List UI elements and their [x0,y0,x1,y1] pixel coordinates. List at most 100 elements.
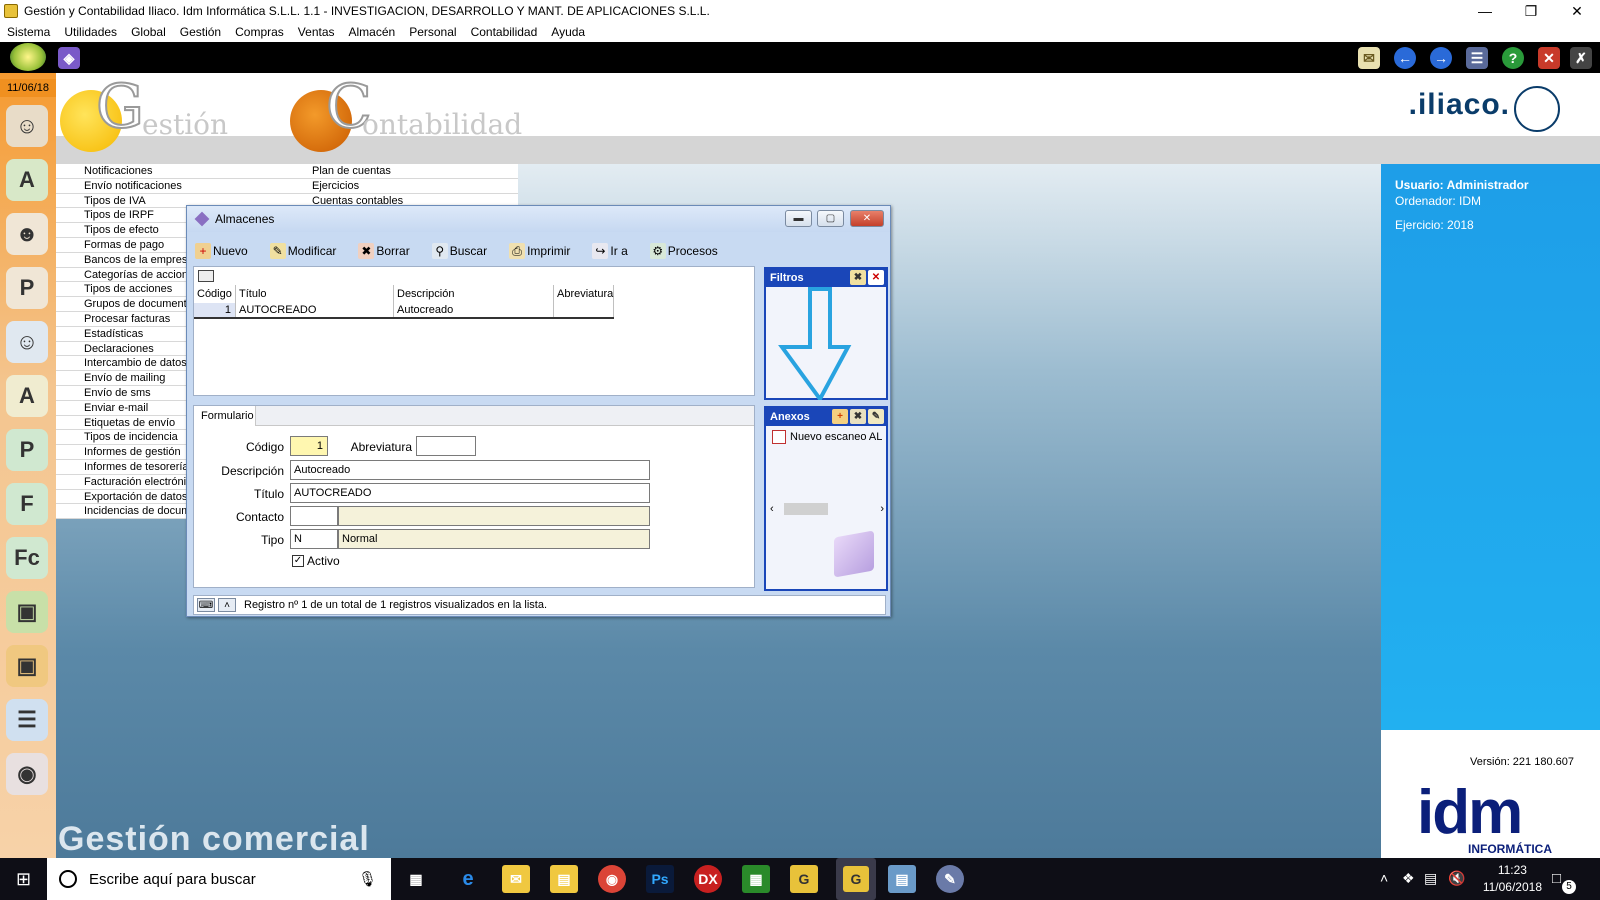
dialog-maximize-button[interactable]: ▢ [817,210,844,227]
client-icon[interactable]: ☻ [6,213,48,255]
grid-settings-icon[interactable] [198,270,214,282]
chrome-icon[interactable]: ◉ [598,865,626,893]
modificar-button[interactable]: ✎ Modificar [269,243,336,259]
contacto-field[interactable] [290,506,338,526]
descripcion-field[interactable]: Autocreado [290,460,650,480]
titulo-field[interactable]: AUTOCREADO [290,483,650,503]
menu-gestion[interactable]: Gestión [180,25,221,39]
window-list-icon[interactable]: ☰ [1466,47,1488,69]
invoices-icon[interactable]: F [6,483,48,525]
menu-contabilidad[interactable]: Contabilidad [471,25,538,39]
borrar-button[interactable]: ✖ Borrar [358,243,410,259]
fiscal-year-label: Ejercicio: 2018 [1395,218,1474,232]
tray-chevron-icon[interactable]: ˄ [1380,870,1388,886]
menu-almacen[interactable]: Almacén [349,25,396,39]
collapse-up-icon[interactable]: ˄ [218,598,236,612]
list-item[interactable]: Envío notificaciones [56,179,286,194]
imprimir-button[interactable]: ⎙ Imprimir [509,243,570,259]
dialog-minimize-button[interactable]: ▬ [785,210,812,227]
gestion-app-active-icon[interactable]: G [836,858,876,900]
scroll-right-icon[interactable]: › [880,503,884,515]
bag-orange-icon[interactable]: ▣ [6,645,48,687]
help-icon[interactable]: ? [1502,47,1524,69]
column-descripcion[interactable]: Descripción [394,285,554,303]
attachments-scrollbar[interactable]: ‹ › [770,502,884,516]
dropbox-icon[interactable]: ❖ [1402,870,1415,887]
remote-desktop-icon[interactable]: ▤ [888,865,916,893]
abreviatura-field[interactable] [416,436,476,456]
photoshop-icon[interactable]: Ps [646,865,674,893]
menu-ayuda[interactable]: Ayuda [551,25,585,39]
dialog-close-button[interactable]: ✕ [850,210,884,227]
volume-icon[interactable]: 🔇 [1448,870,1465,887]
attachment-item[interactable]: Nuevo escaneo AL [772,430,882,444]
home-orb-icon[interactable] [10,43,46,71]
menu-sistema[interactable]: Sistema [7,25,50,39]
microphone-icon[interactable]: 🎙 [358,870,377,888]
ir-a-button[interactable]: ↪ Ir a [592,243,628,259]
agents-icon[interactable]: A [6,375,48,417]
table-row[interactable]: 1 AUTOCREADO Autocreado [194,303,614,319]
activo-checkbox[interactable]: ✓ Activo [292,554,340,568]
list-item[interactable]: Notificaciones [56,164,286,179]
windows-start-icon[interactable]: ⊞ [0,858,47,900]
tab-formulario[interactable]: Formulario [194,406,256,426]
invoice-client-icon[interactable]: Fc [6,537,48,579]
paint-icon[interactable]: ✎ [936,865,964,893]
close-button[interactable]: ✕ [1554,0,1600,22]
mail-icon[interactable]: ✉ [1358,47,1380,69]
network-icon[interactable]: ▤ [1424,870,1437,887]
taskbar-search[interactable]: Escribe aquí para buscar 🎙 [47,858,391,900]
user-info-panel: Usuario: Administrador Ordenador: IDM Ej… [1381,164,1600,858]
exit-icon[interactable]: ✗ [1570,47,1592,69]
scan-attachment-icon[interactable]: ✎ [868,409,884,424]
notifications-icon[interactable]: □ [1552,870,1561,887]
bag-green-icon[interactable]: ▣ [6,591,48,633]
procesos-button[interactable]: ⚙ Procesos [649,243,718,259]
menu-utilidades[interactable]: Utilidades [64,25,117,39]
scroll-left-icon[interactable]: ‹ [770,503,774,515]
pdf-file-icon [772,430,786,444]
remove-attachment-icon[interactable]: ✖ [850,409,866,424]
provider-icon[interactable]: P [6,267,48,309]
task-view-icon[interactable]: ▦ [402,865,430,893]
forward-arrow-icon[interactable]: → [1430,47,1452,69]
list-item[interactable]: Plan de cuentas [286,164,518,179]
users-icon[interactable]: ☺ [6,105,48,147]
iliaco-app-icon[interactable]: G [790,865,818,893]
taskbar-clock[interactable]: 11:23 11/06/2018 [1483,862,1542,896]
list-document-icon[interactable]: ☰ [6,699,48,741]
codigo-label: Código [245,440,284,454]
restore-button[interactable]: ❐ [1508,0,1554,22]
add-attachment-icon[interactable]: + [832,409,848,424]
keyboard-icon[interactable]: ⌨ [197,598,215,612]
file-explorer-icon[interactable]: ▤ [550,865,578,893]
menu-compras[interactable]: Compras [235,25,284,39]
spreadsheet-icon[interactable]: ▦ [742,865,770,893]
articles-icon[interactable]: A [6,159,48,201]
wizard-disc-icon[interactable]: ◉ [6,753,48,795]
filter-clear-icon[interactable]: ✖ [850,270,866,285]
menu-ventas[interactable]: Ventas [298,25,335,39]
back-arrow-icon[interactable]: ← [1394,47,1416,69]
filter-close-icon[interactable]: ✕ [868,270,884,285]
column-codigo[interactable]: Código [194,285,236,303]
codigo-field[interactable]: 1 [290,436,328,456]
edge-icon[interactable]: e [454,865,482,893]
mail-app-icon[interactable]: ✉ [502,865,530,893]
purchases-icon[interactable]: P [6,429,48,471]
buscar-button[interactable]: ⚲ Buscar [431,243,487,259]
close-app-icon[interactable]: ✕ [1538,47,1560,69]
column-abreviatura[interactable]: Abreviatura [554,285,614,303]
menu-personal[interactable]: Personal [409,25,456,39]
nuevo-button[interactable]: + Nuevo [195,243,248,259]
minimize-button[interactable]: — [1462,0,1508,22]
tipo-field[interactable]: N [290,529,338,549]
dx-icon[interactable]: DX [694,865,722,893]
list-item[interactable]: Ejercicios [286,179,518,194]
menu-global[interactable]: Global [131,25,166,39]
scroll-thumb[interactable] [784,503,828,515]
column-titulo[interactable]: Título [236,285,394,303]
cube-icon[interactable]: ◈ [58,47,80,69]
contacts-icon[interactable]: ☺ [6,321,48,363]
